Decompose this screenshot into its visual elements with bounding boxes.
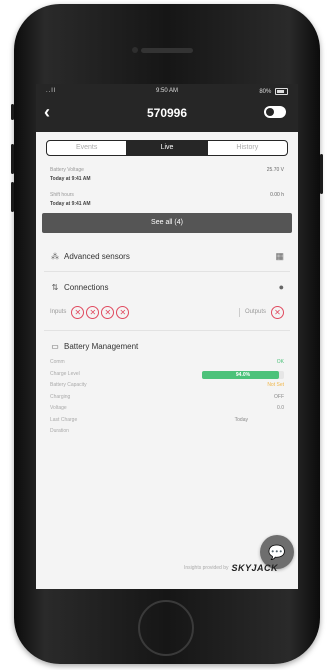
earpiece-speaker	[141, 48, 193, 53]
section-title: Connections	[64, 282, 109, 292]
metric-row: Battery Voltage 25.70 V	[36, 166, 298, 175]
nav-toggle[interactable]	[264, 106, 286, 118]
page-title: 570996	[146, 106, 188, 120]
connections-icon: ⇅	[51, 282, 59, 292]
connections-row: Inputs ✕ ✕ ✕ ✕ Outputs ✕	[50, 302, 284, 322]
metrics-list: Battery Voltage 25.70 V Today at 9:41 AM…	[36, 162, 298, 209]
bm-row: Charge Level 94.0%	[36, 369, 298, 381]
battery-icon	[275, 88, 288, 95]
section-header: ⁂ Advanced sensors ▦	[50, 241, 284, 271]
metric-value: 25.70 V	[266, 167, 284, 173]
tab-live[interactable]: Live	[126, 141, 207, 155]
bm-row: Duration	[36, 426, 298, 438]
bm-value: 0.0	[277, 405, 284, 411]
phone-frame: ..ll 9:50 AM 80% ‹ 570996 Events Live Hi…	[11, 4, 323, 664]
outputs-separator	[238, 307, 240, 317]
timestamp-text: Today at 9:41 AM	[50, 201, 91, 207]
chat-icon: 💬	[268, 544, 286, 560]
phone-side-button	[11, 104, 14, 120]
battery-percent: 80%	[259, 89, 272, 96]
bm-label: Voltage	[50, 405, 67, 411]
skyjack-logo: SKYJACK	[231, 563, 278, 573]
front-camera	[132, 47, 138, 53]
segmented-tabs: Events Live History	[46, 140, 288, 156]
bm-value: Today	[234, 416, 248, 423]
charge-level-label: 94.0%	[235, 371, 251, 378]
section-title: Battery Management	[64, 341, 139, 351]
tab-events[interactable]: Events	[47, 141, 126, 155]
tab-history[interactable]: History	[206, 141, 287, 155]
metric-value: 0.00 h	[270, 192, 284, 198]
app-screen: ..ll 9:50 AM 80% ‹ 570996 Events Live Hi…	[36, 84, 298, 589]
metric-label: Battery Voltage	[50, 167, 84, 173]
metric-timestamp: Today at 9:41 AM	[36, 200, 298, 209]
section-title: Advanced sensors	[64, 251, 130, 261]
metric-timestamp: Today at 9:41 AM	[36, 175, 298, 184]
metric-row: Shift hours 0.00 h	[36, 191, 298, 200]
sensor-grid-icon[interactable]: ▦	[275, 251, 284, 262]
input-status-icon: ✕	[116, 305, 130, 319]
battery-management-section: ▭ Battery Management	[36, 331, 298, 361]
output-status-icon: ✕	[271, 305, 284, 319]
phone-power-button	[320, 154, 323, 194]
input-status-icon: ✕	[86, 305, 100, 319]
footer-text: Insights provided by	[184, 565, 229, 571]
toggle-knob	[266, 108, 274, 116]
bm-label: Last Charge	[50, 416, 78, 423]
bm-row: Battery Capacity Not Set	[36, 380, 298, 392]
home-button[interactable]	[138, 600, 194, 656]
bm-label: Battery Capacity	[50, 382, 87, 388]
bm-label: Charging	[50, 393, 71, 400]
phone-volume-down	[11, 182, 14, 212]
inputs-label: Inputs	[50, 309, 67, 315]
input-status-icon: ✕	[101, 305, 115, 319]
metric-label: Shift hours	[50, 192, 74, 198]
tabs-container: Events Live History	[36, 132, 298, 162]
advanced-sensors-section[interactable]: ⁂ Advanced sensors ▦	[36, 241, 298, 271]
outputs-group: Outputs ✕	[238, 305, 284, 319]
battery-management-list: Comm OK Charge Level 94.0% Battery Capac…	[36, 357, 298, 438]
timestamp-text: Today at 9:41 AM	[50, 176, 91, 182]
info-icon[interactable]: ●	[279, 282, 284, 292]
charge-level-bar: 94.0%	[202, 370, 284, 379]
section-header: ▭ Battery Management	[50, 331, 284, 361]
bm-row: Voltage 0.0	[36, 403, 298, 415]
bm-label: Duration	[50, 428, 69, 434]
battery-status: 80%	[259, 88, 288, 95]
battery-icon: ▭	[51, 341, 59, 351]
bm-label: Charge Level	[50, 370, 80, 377]
bm-row: Last Charge Today	[36, 415, 298, 427]
outputs-label: Outputs	[244, 309, 266, 315]
bm-value: Not Set	[267, 382, 284, 388]
section-header: ⇅ Connections ●	[50, 272, 284, 302]
status-bar: ..ll 9:50 AM 80%	[36, 87, 298, 99]
sensor-icon: ⁂	[51, 251, 59, 261]
see-all-button[interactable]: See all (4)	[42, 213, 292, 233]
bm-row: Charging OFF	[36, 392, 298, 404]
nav-bar: ..ll 9:50 AM 80% ‹ 570996	[36, 84, 298, 132]
bm-value: OFF	[274, 393, 284, 400]
footer: Insights provided by SKYJACK	[184, 563, 278, 573]
connections-section: ⇅ Connections ● Inputs ✕ ✕ ✕ ✕ Outputs ✕	[36, 272, 298, 322]
phone-volume-up	[11, 144, 14, 174]
input-status-icon: ✕	[71, 305, 85, 319]
